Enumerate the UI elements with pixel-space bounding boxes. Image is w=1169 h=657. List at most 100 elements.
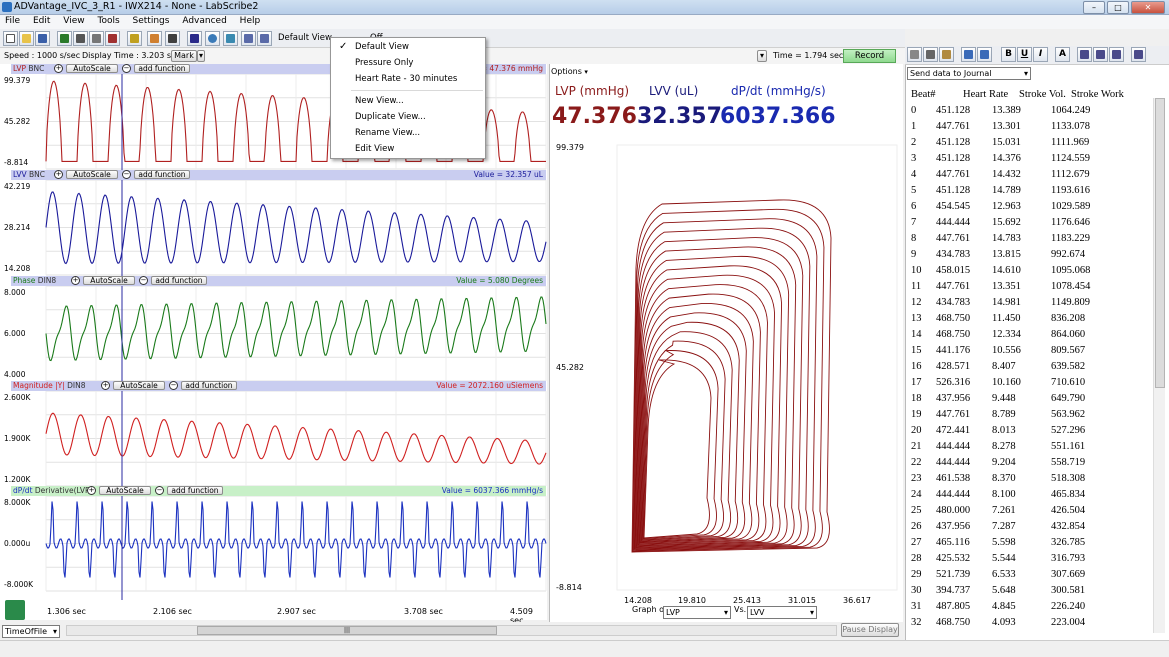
zoom-out-icon[interactable]: − xyxy=(155,486,164,495)
bullets-icon[interactable] xyxy=(1131,47,1146,62)
bar-chart-icon[interactable] xyxy=(165,31,180,46)
mark-button[interactable]: Mark xyxy=(171,50,197,62)
align-center-icon[interactable] xyxy=(1093,47,1108,62)
align-left-icon[interactable] xyxy=(1077,47,1092,62)
undo-icon[interactable] xyxy=(961,47,976,62)
send-to-journal-select[interactable]: Send data to Journal xyxy=(907,67,1031,80)
save-display-icon[interactable] xyxy=(5,600,25,620)
journal-cell: 28 xyxy=(911,553,922,564)
new-file-icon[interactable] xyxy=(3,31,18,46)
channel-name[interactable]: dP/dt Derivative(LVP) xyxy=(13,486,92,496)
mark-dropdown[interactable]: ▾ xyxy=(197,50,205,62)
compress-icon[interactable] xyxy=(257,31,272,46)
zoom-in-icon[interactable]: + xyxy=(54,170,63,179)
add-function-button[interactable]: add function xyxy=(181,381,237,390)
autoscale-button[interactable]: AutoScale xyxy=(113,381,165,390)
add-function-button[interactable]: add function xyxy=(134,64,190,73)
journal-cell: 3 xyxy=(911,153,917,164)
zoom-in-icon[interactable]: + xyxy=(101,381,110,390)
channel-name[interactable]: Magnitude |Y| DIN8 xyxy=(13,381,86,391)
mountain-icon[interactable] xyxy=(223,31,238,46)
zoom-out-icon[interactable]: − xyxy=(139,276,148,285)
menu-settings[interactable]: Settings xyxy=(128,15,175,27)
triangle-icon[interactable] xyxy=(187,31,202,46)
zoom-out-icon[interactable]: − xyxy=(122,170,131,179)
expand-icon[interactable] xyxy=(241,31,256,46)
mode-dropdown[interactable]: ▾ xyxy=(757,50,767,62)
add-function-button[interactable]: add function xyxy=(134,170,190,179)
circle-icon[interactable] xyxy=(205,31,220,46)
marker-icon[interactable] xyxy=(127,31,142,46)
pause-display-button[interactable]: Pause Display xyxy=(841,623,899,637)
channel-name[interactable]: LVV BNC xyxy=(13,170,45,180)
autoscale-button[interactable]: AutoScale xyxy=(99,486,151,495)
copy-icon[interactable] xyxy=(907,47,922,62)
zoom-in-icon[interactable]: + xyxy=(87,486,96,495)
options-menu[interactable]: Options ▾ xyxy=(551,67,588,76)
journal-cell: 32 xyxy=(911,617,922,628)
cut-icon[interactable] xyxy=(923,47,938,62)
journal-cell: 16 xyxy=(911,361,922,372)
timeoffile-select[interactable]: TimeOfFile xyxy=(2,625,60,638)
journal-scrollbar[interactable] xyxy=(1153,98,1165,633)
align-right-icon[interactable] xyxy=(1109,47,1124,62)
autoscale-button[interactable]: AutoScale xyxy=(83,276,135,285)
add-function-button[interactable]: add function xyxy=(167,486,223,495)
menu-file[interactable]: File xyxy=(0,15,25,27)
channel-name[interactable]: Phase DIN8 xyxy=(13,276,56,286)
menu-item-default-view[interactable]: Default View xyxy=(355,42,409,52)
vs-value: LVV xyxy=(750,608,765,617)
display-icon[interactable] xyxy=(57,31,72,46)
menu-tools[interactable]: Tools xyxy=(92,15,124,27)
menu-item-new-view[interactable]: New View... xyxy=(355,96,404,106)
journal-cell: 518.308 xyxy=(1051,473,1086,484)
autoscale-button[interactable]: AutoScale xyxy=(66,170,118,179)
time-scrollbar[interactable]: ||| xyxy=(66,625,837,636)
font-color-button[interactable]: A xyxy=(1055,47,1070,62)
view-selector[interactable]: Default View xyxy=(278,33,332,43)
calibrate-icon[interactable] xyxy=(105,31,120,46)
menu-item-edit-view[interactable]: Edit View xyxy=(355,144,394,154)
y-axis-label: 14.208 xyxy=(4,264,31,273)
menu-advanced[interactable]: Advanced xyxy=(177,15,231,27)
paste-icon[interactable] xyxy=(939,47,954,62)
timeoffile-label: TimeOfFile xyxy=(5,627,48,636)
tools-icon[interactable] xyxy=(89,31,104,46)
menu-view[interactable]: View xyxy=(58,15,89,27)
save-icon[interactable] xyxy=(35,31,50,46)
zoom-in-icon[interactable]: + xyxy=(71,276,80,285)
redo-icon[interactable] xyxy=(977,47,992,62)
channel-name[interactable]: LVP BNC xyxy=(13,64,44,74)
app-icon xyxy=(2,2,12,12)
zoom-out-icon[interactable]: − xyxy=(169,381,178,390)
xy-loop-plot[interactable] xyxy=(549,140,903,600)
open-folder-icon[interactable] xyxy=(19,31,34,46)
options-label[interactable]: Options xyxy=(551,67,582,76)
journal-cell: 428.571 xyxy=(936,361,971,372)
menu-edit[interactable]: Edit xyxy=(28,15,55,27)
add-function-button[interactable]: add function xyxy=(151,276,207,285)
journal-cell: 4 xyxy=(911,169,917,180)
journal-cell: 8.100 xyxy=(992,489,1016,500)
zoom-out-icon[interactable]: − xyxy=(122,64,131,73)
vs-select[interactable]: LVV xyxy=(747,606,817,619)
close-button[interactable]: ✕ xyxy=(1131,1,1165,14)
scope-icon[interactable] xyxy=(73,31,88,46)
menu-item-duplicate-view[interactable]: Duplicate View... xyxy=(355,112,426,122)
menu-help[interactable]: Help xyxy=(235,15,266,27)
journal-scroll-thumb[interactable] xyxy=(1155,98,1165,388)
bold-button[interactable]: B xyxy=(1001,47,1016,62)
graph-of-select[interactable]: LVP xyxy=(663,606,731,619)
menu-item-rename-view[interactable]: Rename View... xyxy=(355,128,420,138)
autoscale-button[interactable]: AutoScale xyxy=(66,64,118,73)
minimize-button[interactable]: – xyxy=(1083,1,1105,14)
menu-item-heart-rate[interactable]: Heart Rate - 30 minutes xyxy=(355,74,457,84)
zoom-in-icon[interactable]: + xyxy=(54,64,63,73)
underline-button[interactable]: U xyxy=(1017,47,1032,62)
pen-icon[interactable] xyxy=(147,31,162,46)
maximize-button[interactable]: □ xyxy=(1107,1,1129,14)
menu-item-pressure-only[interactable]: Pressure Only xyxy=(355,58,413,68)
italic-button[interactable]: I xyxy=(1033,47,1048,62)
time-scroll-thumb[interactable]: ||| xyxy=(197,626,497,635)
record-button[interactable]: Record xyxy=(843,49,896,63)
